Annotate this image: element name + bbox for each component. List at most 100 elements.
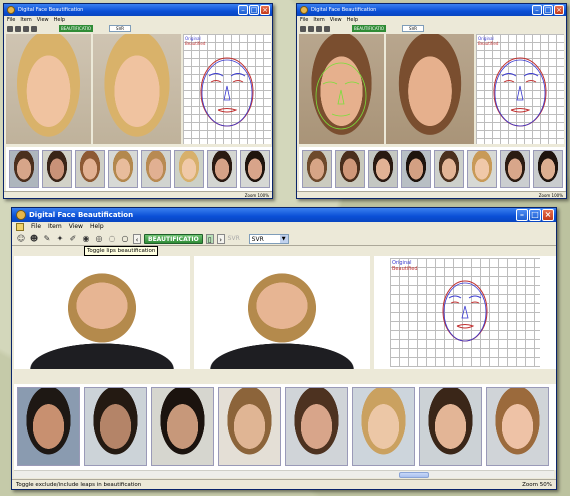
menu-file[interactable]: File <box>31 222 41 232</box>
menu-item[interactable]: Item <box>20 16 31 24</box>
toolbar: ☺ ☻ ✎ ✦ ✐ ◉ ◎ ◌ ○ ‹ BEAUTIFICATIO ▯ › SV… <box>12 232 556 246</box>
maximize-button[interactable]: □ <box>529 209 541 221</box>
menu-help[interactable]: Help <box>90 222 104 232</box>
menu-view[interactable]: View <box>69 222 83 232</box>
face-thumbnail-image <box>142 151 170 187</box>
menu-bar: File Item View Help <box>4 16 272 24</box>
menu-file[interactable]: File <box>7 16 15 24</box>
app-menu-icon[interactable] <box>16 223 24 231</box>
face-contour-overlay <box>442 280 488 342</box>
tool-icon[interactable] <box>15 25 21 32</box>
menu-item[interactable]: Item <box>48 222 62 232</box>
face-thumbnail[interactable] <box>335 150 365 188</box>
tool-icon[interactable] <box>308 25 314 32</box>
menu-view[interactable]: View <box>37 16 49 24</box>
beautify-button[interactable]: BEAUTIFICATIO <box>352 25 387 32</box>
next-arrow-icon[interactable]: › <box>216 233 225 244</box>
face-thumbnail[interactable] <box>174 150 204 188</box>
face-thumbnail-image <box>175 151 203 187</box>
face-thumbnail[interactable] <box>419 387 482 466</box>
status-bar: Toggle exclude/include leaps in beautifi… <box>12 479 556 489</box>
menu-item[interactable]: Item <box>313 16 324 24</box>
menu-view[interactable]: View <box>330 16 342 24</box>
beautify-button[interactable]: BEAUTIFICATIO <box>59 25 94 32</box>
tool-icon[interactable] <box>316 25 322 32</box>
minimize-button[interactable]: – <box>516 209 528 221</box>
nose-icon[interactable]: ◎ <box>94 234 104 244</box>
tooltip: Toggle lips beautification <box>84 246 159 256</box>
method-select[interactable]: SVR <box>109 25 132 32</box>
close-button[interactable]: × <box>542 209 554 221</box>
slider-thumb[interactable]: ▯ <box>205 233 214 244</box>
menu-file[interactable]: File <box>300 16 308 24</box>
window-main: Digital Face Beautification – □ × File I… <box>11 207 557 490</box>
method-select-value: SVR <box>251 235 264 243</box>
tool-icon[interactable] <box>31 25 37 32</box>
wand-icon[interactable]: ✦ <box>55 234 65 244</box>
minimize-button[interactable]: – <box>238 5 248 15</box>
menu-help[interactable]: Help <box>347 16 358 24</box>
prev-arrow-icon[interactable]: ‹ <box>133 233 141 244</box>
face-thumbnail[interactable] <box>500 150 530 188</box>
face-thumbnail-image <box>420 388 481 465</box>
face-thumbnail[interactable] <box>533 150 563 188</box>
face-thumbnail[interactable] <box>302 150 332 188</box>
tool-icon[interactable] <box>300 25 306 32</box>
close-button[interactable]: × <box>260 5 270 15</box>
minimize-button[interactable]: – <box>532 5 542 15</box>
face-thumbnail[interactable] <box>42 150 72 188</box>
faces-icon[interactable]: ☻ <box>29 234 39 244</box>
status-message: Toggle exclude/include leaps in beautifi… <box>16 482 142 488</box>
title-bar: Digital Face Beautification – □ × <box>12 208 556 222</box>
zoom-status: Zoom 100% <box>538 193 563 198</box>
face-thumbnail[interactable] <box>486 387 549 466</box>
face-thumbnail[interactable] <box>207 150 237 188</box>
pen-icon[interactable]: ✐ <box>68 234 78 244</box>
app-icon <box>300 6 308 14</box>
eyes-icon[interactable]: ◉ <box>81 234 91 244</box>
menu-help[interactable]: Help <box>54 16 65 24</box>
face-thumbnail[interactable] <box>240 150 270 188</box>
face-thumbnail-image <box>152 388 213 465</box>
face-thumbnail[interactable] <box>467 150 497 188</box>
maximize-button[interactable]: □ <box>249 5 259 15</box>
face-thumbnail[interactable] <box>218 387 281 466</box>
face-thumbnail[interactable] <box>108 150 138 188</box>
beautify-button[interactable]: BEAUTIFICATIO <box>144 233 203 244</box>
maximize-button[interactable]: □ <box>543 5 553 15</box>
menu-bar: File Item View Help <box>12 222 556 232</box>
face-icon[interactable]: ☺ <box>16 234 26 244</box>
face-thumbnail-image <box>487 388 548 465</box>
face-thumbnail-image <box>468 151 496 187</box>
face-thumbnail[interactable] <box>352 387 415 466</box>
tool-icon[interactable] <box>23 25 29 32</box>
face-thumbnail[interactable] <box>17 387 80 466</box>
thumbnail-strip <box>14 384 556 470</box>
close-button[interactable]: × <box>554 5 564 15</box>
app-icon <box>7 6 15 14</box>
tool-icon[interactable] <box>7 25 13 32</box>
mesh-view: Original Beautified <box>476 34 564 144</box>
face-thumbnail[interactable] <box>434 150 464 188</box>
tool-icon[interactable]: ✎ <box>42 234 52 244</box>
dropdown-arrow-icon[interactable]: ▼ <box>279 234 288 243</box>
chin-icon[interactable]: ○ <box>120 234 130 244</box>
method-select[interactable]: SVR <box>402 25 425 32</box>
mesh-view: Original Beautified <box>183 34 271 144</box>
lips-icon[interactable]: ◌ <box>107 234 117 244</box>
face-thumbnail[interactable] <box>368 150 398 188</box>
face-thumbnail[interactable] <box>401 150 431 188</box>
face-thumbnail[interactable] <box>84 387 147 466</box>
face-thumbnail[interactable] <box>151 387 214 466</box>
face-thumbnail[interactable] <box>141 150 171 188</box>
face-thumbnail-image <box>76 151 104 187</box>
face-thumbnail-image <box>286 388 347 465</box>
face-thumbnail[interactable] <box>9 150 39 188</box>
tool-icon[interactable] <box>324 25 330 32</box>
face-thumbnail-image <box>109 151 137 187</box>
method-select[interactable]: SVR ▼ <box>248 233 289 244</box>
scrollbar-thumb[interactable] <box>399 472 429 478</box>
horizontal-scrollbar[interactable] <box>14 470 554 478</box>
face-thumbnail[interactable] <box>75 150 105 188</box>
face-thumbnail[interactable] <box>285 387 348 466</box>
